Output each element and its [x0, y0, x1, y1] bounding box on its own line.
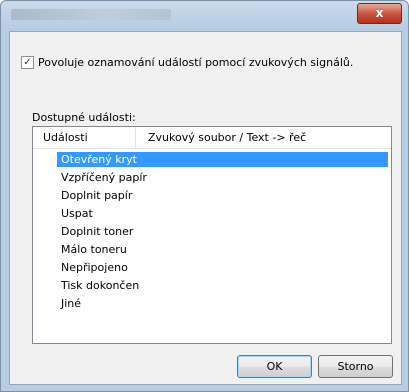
- checkmark-icon: ✓: [23, 57, 32, 68]
- enable-sound-checkbox[interactable]: ✓: [21, 56, 34, 69]
- column-header-events[interactable]: Události: [43, 131, 88, 144]
- enable-sound-option[interactable]: ✓ Povoluje oznamování událostí pomocí zv…: [21, 56, 353, 69]
- title-bar[interactable]: x: [1, 1, 408, 29]
- events-list[interactable]: Události Zvukový soubor / Text -> řeč Ot…: [32, 126, 392, 344]
- list-item[interactable]: Tisk dokončen: [57, 278, 388, 293]
- list-header: Události Zvukový soubor / Text -> řeč: [33, 127, 391, 149]
- dialog-content: ✓ Povoluje oznamování událostí pomocí zv…: [9, 31, 402, 385]
- column-header-sound[interactable]: Zvukový soubor / Text -> řeč: [148, 131, 306, 144]
- cancel-button[interactable]: Storno: [318, 355, 393, 378]
- available-events-label: Dostupné události:: [32, 111, 136, 124]
- list-item[interactable]: Jiné: [57, 296, 388, 311]
- list-item[interactable]: Otevřený kryt: [57, 152, 388, 167]
- enable-sound-label: Povoluje oznamování událostí pomocí zvuk…: [38, 56, 354, 69]
- list-item[interactable]: Málo toneru: [57, 242, 388, 257]
- ok-button[interactable]: OK: [237, 355, 312, 378]
- dialog-window: x ✓ Povoluje oznamování událostí pomocí …: [0, 0, 409, 392]
- list-item[interactable]: Nepřipojeno: [57, 260, 388, 275]
- list-item[interactable]: Doplnit toner: [57, 224, 388, 239]
- list-item[interactable]: Uspat: [57, 206, 388, 221]
- close-icon: x: [375, 6, 384, 20]
- close-button[interactable]: x: [357, 3, 402, 24]
- window-title-blurred: [11, 9, 171, 20]
- column-divider[interactable]: [135, 127, 136, 148]
- list-item[interactable]: Doplnit papír: [57, 188, 388, 203]
- list-item[interactable]: Vzpříčený papír: [57, 170, 388, 185]
